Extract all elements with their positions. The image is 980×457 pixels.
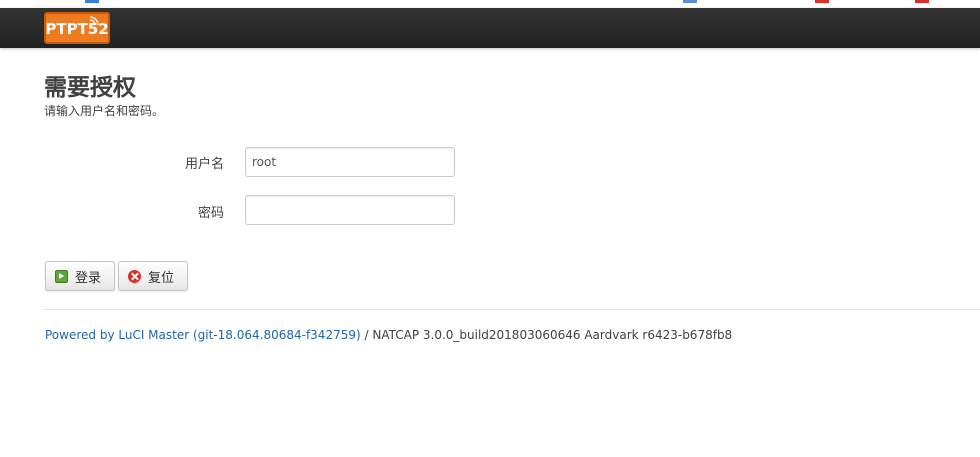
browser-top-strip: [0, 0, 980, 8]
footer-separator: /: [360, 328, 373, 342]
navbar: PTPT52: [0, 8, 980, 48]
footer: Powered by LuCI Master (git-18.064.80684…: [45, 328, 732, 342]
luci-link[interactable]: Powered by LuCI Master (git-18.064.80684…: [45, 328, 361, 342]
brand-logo-graphic: PTPT52: [46, 16, 108, 38]
apply-icon: [55, 269, 68, 283]
brand-logo[interactable]: PTPT52: [44, 12, 110, 44]
page-description: 请输入用户名和密码。: [44, 104, 165, 118]
login-button-label: 登录: [75, 270, 102, 286]
reset-button-label: 复位: [148, 270, 175, 286]
username-input[interactable]: [245, 147, 455, 177]
login-button[interactable]: 登录: [45, 261, 115, 291]
page-title: 需要授权: [44, 75, 136, 101]
password-label: 密码: [197, 206, 224, 221]
username-label: 用户名: [184, 157, 224, 172]
build-info: NATCAP 3.0.0_build201803060646 Aardvark …: [372, 328, 733, 342]
brand-logo-text: PTPT52: [46, 20, 108, 38]
password-input[interactable]: [245, 195, 455, 225]
reset-button[interactable]: 复位: [118, 261, 188, 291]
reset-icon: [128, 269, 141, 283]
footer-divider: [44, 309, 980, 310]
